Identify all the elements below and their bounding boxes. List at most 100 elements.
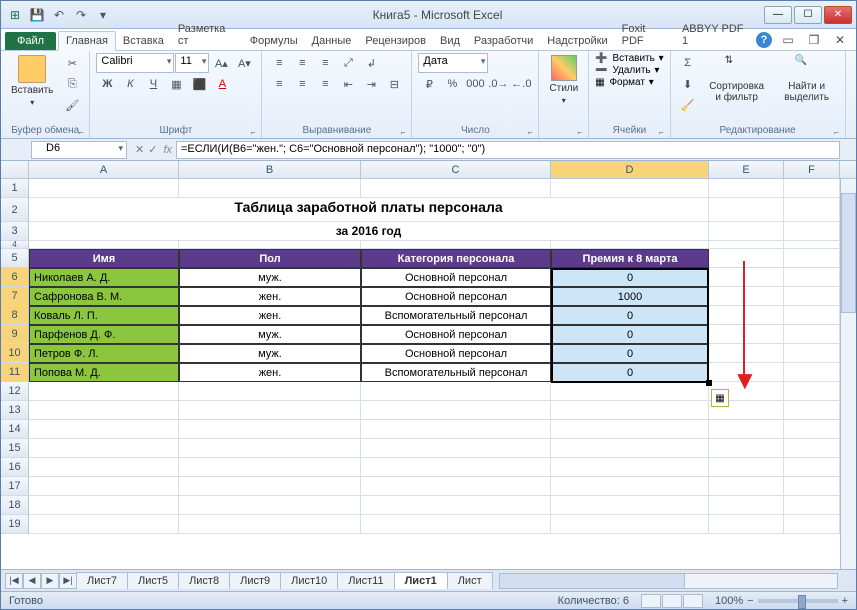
row-header[interactable]: 14 — [1, 420, 29, 439]
sheet-tab[interactable]: Лист5 — [127, 572, 179, 589]
align-center-icon[interactable]: ≡ — [291, 74, 313, 94]
cut-icon[interactable]: ✂ — [61, 53, 83, 73]
tab-data[interactable]: Данные — [305, 32, 359, 50]
row-header[interactable]: 16 — [1, 458, 29, 477]
excel-icon[interactable]: ⊞ — [5, 5, 25, 25]
decrease-decimal-icon[interactable]: ←.0 — [510, 74, 532, 94]
orientation-icon[interactable]: ⤢ — [337, 53, 359, 73]
sheet-tab[interactable]: Лист8 — [178, 572, 230, 589]
zoom-control[interactable]: 100% − + — [715, 595, 848, 607]
row-header[interactable]: 8 — [1, 306, 29, 325]
decrease-font-icon[interactable]: A▾ — [233, 53, 255, 73]
cell[interactable]: 0 — [551, 325, 709, 344]
row-header[interactable]: 5 — [1, 249, 29, 268]
font-name-combo[interactable]: Calibri — [96, 53, 174, 73]
cell[interactable]: Основной персонал — [361, 287, 551, 306]
cell[interactable]: 0 — [551, 306, 709, 325]
table-header[interactable]: Премия к 8 марта — [551, 249, 709, 268]
table-header[interactable]: Имя — [29, 249, 179, 268]
cell[interactable]: Попова М. Д. — [29, 363, 179, 382]
view-normal-icon[interactable] — [641, 594, 661, 608]
cell[interactable]: жен. — [179, 287, 361, 306]
font-size-combo[interactable]: 11 — [175, 53, 209, 73]
tab-addins[interactable]: Надстройки — [540, 32, 614, 50]
increase-decimal-icon[interactable]: .0→ — [487, 74, 509, 94]
copy-icon[interactable]: ⎘ — [61, 74, 83, 94]
row-header[interactable]: 1 — [1, 179, 29, 198]
cell[interactable]: 0 — [551, 344, 709, 363]
wrap-text-icon[interactable]: ↲ — [360, 53, 382, 73]
tab-insert[interactable]: Вставка — [116, 32, 171, 50]
horizontal-scrollbar[interactable] — [499, 573, 838, 589]
col-header-F[interactable]: F — [784, 161, 840, 178]
row-header[interactable]: 7 — [1, 287, 29, 306]
format-painter-icon[interactable]: 🖌 — [61, 95, 83, 115]
row-header[interactable]: 10 — [1, 344, 29, 363]
row-header[interactable]: 18 — [1, 496, 29, 515]
tab-view[interactable]: Вид — [433, 32, 467, 50]
merge-icon[interactable]: ⊟ — [383, 74, 405, 94]
name-box[interactable]: D6 — [31, 141, 127, 159]
tab-nav-prev-icon[interactable]: ◀ — [23, 573, 41, 589]
sheet-tab[interactable]: Лист11 — [337, 572, 394, 589]
minimize-button[interactable]: — — [764, 6, 792, 24]
row-header[interactable]: 3 — [1, 222, 29, 241]
table-header[interactable]: Категория персонала — [361, 249, 551, 268]
clear-icon[interactable]: 🧹 — [677, 95, 699, 115]
table-header[interactable]: Пол — [179, 249, 361, 268]
bold-icon[interactable]: Ж — [96, 74, 118, 94]
italic-icon[interactable]: К — [119, 74, 141, 94]
col-header-E[interactable]: E — [709, 161, 784, 178]
cell[interactable]: муж. — [179, 325, 361, 344]
zoom-in-icon[interactable]: + — [842, 595, 848, 607]
ribbon-min-icon[interactable]: ▭ — [778, 30, 798, 50]
cell[interactable]: Петров Ф. Л. — [29, 344, 179, 363]
save-icon[interactable]: 💾 — [27, 5, 47, 25]
formula-input[interactable]: =ЕСЛИ(И(B6="жен."; C6="Основной персонал… — [176, 141, 840, 159]
cell[interactable]: 0 — [551, 363, 709, 382]
tab-review[interactable]: Рецензиров — [358, 32, 433, 50]
sheet-tab[interactable]: Лист10 — [280, 572, 338, 589]
table-title[interactable]: Таблица заработной платы персонала — [29, 198, 709, 222]
autofill-options-icon[interactable]: ▦ — [711, 389, 729, 407]
sheet-tab[interactable]: Лист — [447, 572, 493, 589]
tab-page-layout[interactable]: Разметка ст — [171, 20, 243, 50]
redo-icon[interactable]: ↷ — [71, 5, 91, 25]
cell[interactable]: Вспомогательный персонал — [361, 363, 551, 382]
cell[interactable]: Вспомогательный персонал — [361, 306, 551, 325]
paste-button[interactable]: Вставить ▾ — [7, 53, 57, 109]
autosum-icon[interactable]: Σ — [677, 53, 699, 73]
cancel-formula-icon[interactable]: ✕ — [135, 143, 144, 156]
row-header[interactable]: 17 — [1, 477, 29, 496]
increase-font-icon[interactable]: A▴ — [210, 53, 232, 73]
view-break-icon[interactable] — [683, 594, 703, 608]
vertical-scrollbar[interactable] — [840, 179, 856, 569]
enter-formula-icon[interactable]: ✓ — [148, 143, 157, 156]
fill-color-icon[interactable]: ⬛ — [188, 74, 210, 94]
fill-icon[interactable]: ⬇ — [677, 74, 699, 94]
row-header[interactable]: 15 — [1, 439, 29, 458]
col-header-C[interactable]: C — [361, 161, 551, 178]
sort-filter-button[interactable]: ⇅ Сортировка и фильтр — [703, 53, 771, 105]
close-button[interactable]: ✕ — [824, 6, 852, 24]
align-middle-icon[interactable]: ≡ — [291, 53, 313, 73]
comma-icon[interactable]: 000 — [464, 74, 486, 94]
format-cells-button[interactable]: ▦ Формат ▾ — [595, 77, 654, 88]
border-icon[interactable]: ▦ — [165, 74, 187, 94]
row-header[interactable]: 13 — [1, 401, 29, 420]
cell[interactable]: Николаев А. Д. — [29, 268, 179, 287]
undo-icon[interactable]: ↶ — [49, 5, 69, 25]
cell[interactable]: Парфенов Д. Ф. — [29, 325, 179, 344]
percent-icon[interactable]: % — [441, 74, 463, 94]
insert-cells-button[interactable]: ➕ Вставить ▾ — [595, 53, 663, 64]
cell[interactable]: Основной персонал — [361, 268, 551, 287]
align-left-icon[interactable]: ≡ — [268, 74, 290, 94]
number-format-combo[interactable]: Дата — [418, 53, 488, 73]
table-subtitle[interactable]: за 2016 год — [29, 222, 709, 241]
col-header-A[interactable]: A — [29, 161, 179, 178]
cell[interactable]: муж. — [179, 268, 361, 287]
cell[interactable]: муж. — [179, 344, 361, 363]
row-header[interactable]: 9 — [1, 325, 29, 344]
row-header[interactable]: 19 — [1, 515, 29, 534]
cell[interactable]: 1000 — [551, 287, 709, 306]
